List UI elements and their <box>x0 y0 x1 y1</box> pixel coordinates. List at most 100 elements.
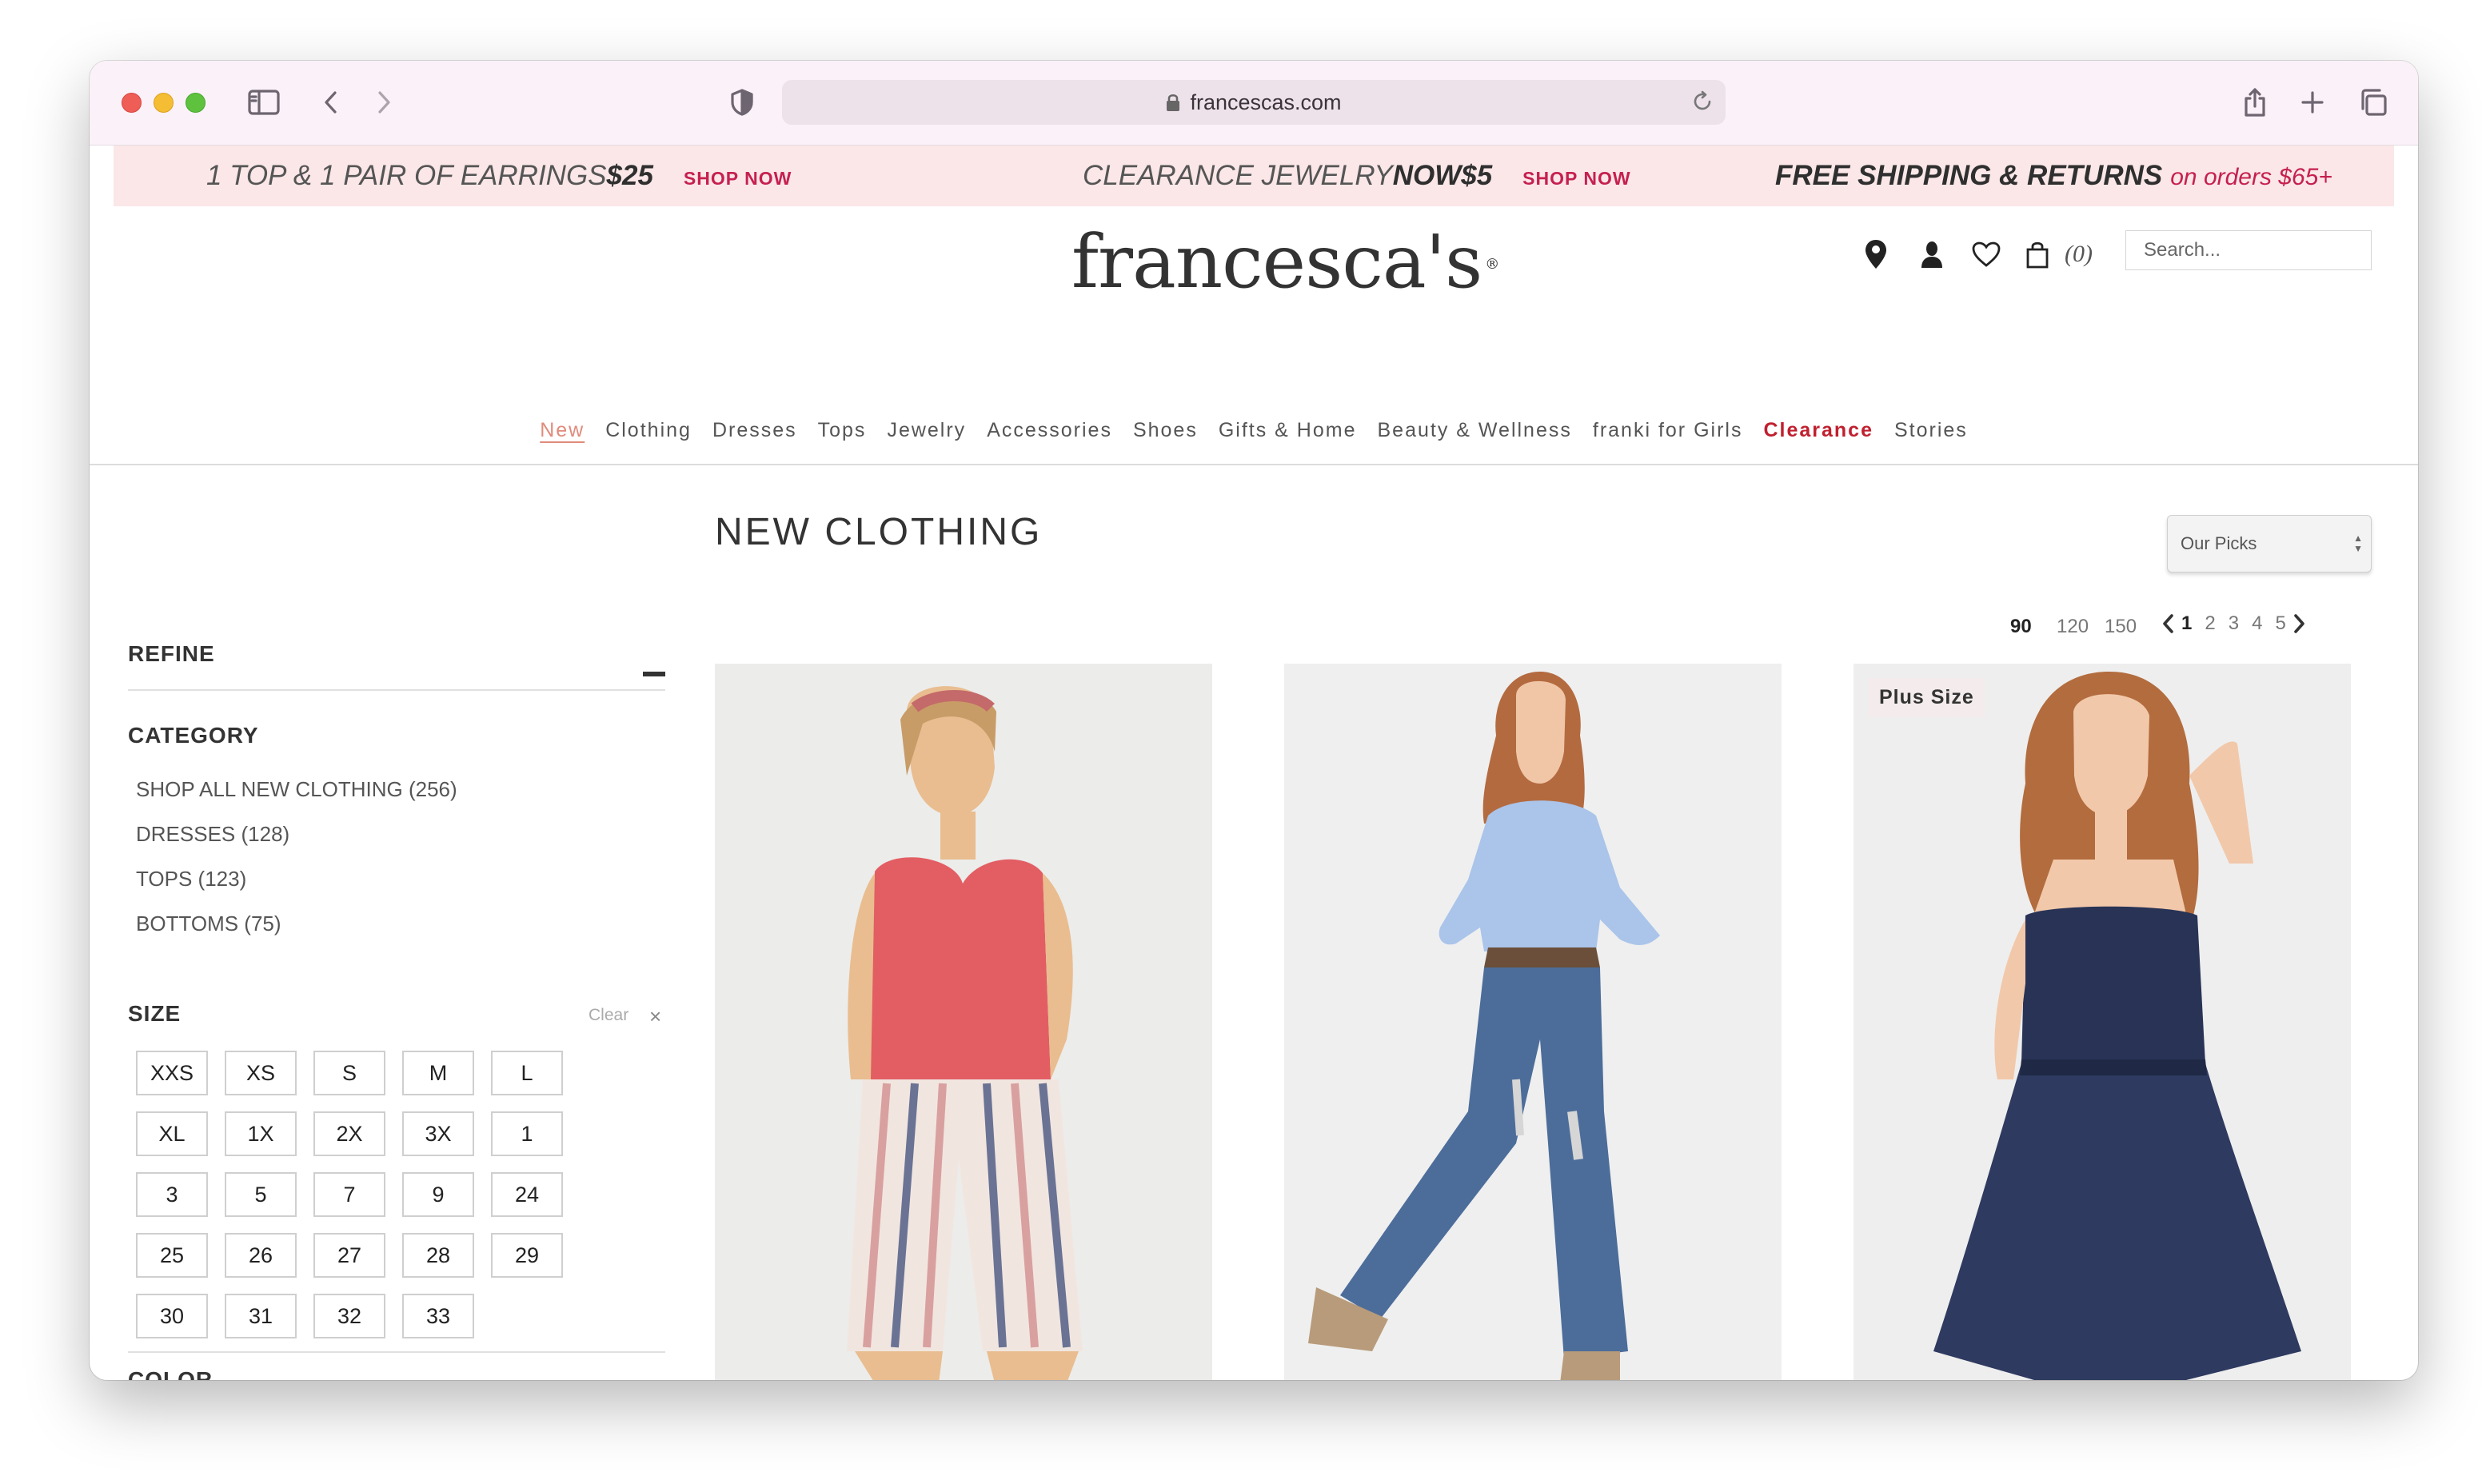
registered-mark: ® <box>1485 256 1499 273</box>
sort-select[interactable]: Our Picks ▲ ▼ <box>2167 515 2372 572</box>
size-option[interactable]: XL <box>136 1111 208 1156</box>
bag-count[interactable]: (0) <box>2065 241 2093 268</box>
nav-item-gifts-home[interactable]: Gifts & Home <box>1219 419 1357 451</box>
promo-offer-1-price: $25 <box>606 160 653 191</box>
prev-page-icon[interactable] <box>2161 613 2175 634</box>
size-option[interactable]: 31 <box>225 1294 297 1338</box>
close-window-button[interactable] <box>122 93 142 113</box>
size-option[interactable]: 29 <box>491 1233 563 1278</box>
size-option[interactable]: 2X <box>313 1111 385 1156</box>
size-option[interactable]: 3 <box>136 1172 208 1217</box>
size-option[interactable]: 1 <box>491 1111 563 1156</box>
share-icon[interactable] <box>2237 85 2273 120</box>
size-option[interactable]: 9 <box>402 1172 474 1217</box>
sidebar-toggle-icon[interactable] <box>246 85 281 120</box>
category-link-shop-all[interactable]: SHOP ALL NEW CLOTHING (256) <box>136 777 457 802</box>
page-link[interactable]: 3 <box>2229 612 2239 635</box>
site-logo[interactable]: francesca's ® <box>1071 219 1499 307</box>
browser-toolbar: francescas.com <box>90 61 2418 146</box>
nav-item-shoes[interactable]: Shoes <box>1133 419 1198 451</box>
promo-offer-2-text: CLEARANCE JEWELRY <box>1083 160 1393 191</box>
per-page-option[interactable]: 90 <box>2010 616 2032 638</box>
promo-offer-2-price: $5 <box>1461 160 1493 191</box>
page-link[interactable]: 5 <box>2275 612 2285 635</box>
store-locator-icon[interactable] <box>1860 238 1892 270</box>
address-bar[interactable]: francescas.com <box>782 80 1726 125</box>
reload-icon[interactable] <box>1690 90 1714 119</box>
promo-offer-1-text: 1 TOP & 1 PAIR OF EARRINGS <box>206 160 607 191</box>
sort-selected-value: Our Picks <box>2181 533 2257 553</box>
promo-offer-3[interactable]: FREE SHIPPING & RETURNS on orders $65+ <box>1775 160 2332 192</box>
account-icon[interactable] <box>1916 238 1948 270</box>
promo-free-shipping: FREE SHIPPING & RETURNS <box>1775 160 2163 191</box>
page-link[interactable]: 4 <box>2252 612 2262 635</box>
page-link[interactable]: 2 <box>2205 612 2215 635</box>
size-option[interactable]: 30 <box>136 1294 208 1338</box>
nav-item-accessories[interactable]: Accessories <box>987 419 1112 451</box>
tab-overview-icon[interactable] <box>2356 85 2391 120</box>
size-divider <box>128 1351 665 1353</box>
promo-offer-2-bold: NOW <box>1392 160 1462 191</box>
search-input[interactable]: Search... <box>2125 230 2372 270</box>
page-link[interactable]: 1 <box>2181 612 2192 635</box>
product-card[interactable] <box>715 664 1212 1380</box>
per-page-option[interactable]: 150 <box>2105 616 2137 638</box>
size-option[interactable]: 25 <box>136 1233 208 1278</box>
category-nav: New Clothing Dresses Tops Jewelry Access… <box>90 419 2418 451</box>
size-option[interactable]: 26 <box>225 1233 297 1278</box>
product-card[interactable] <box>1284 664 1782 1380</box>
per-page-option[interactable]: 120 <box>2057 616 2089 638</box>
size-heading: SIZE <box>128 1001 182 1026</box>
nav-item-beauty-wellness[interactable]: Beauty & Wellness <box>1378 419 1572 451</box>
page-title: NEW CLOTHING <box>715 511 1043 553</box>
size-option[interactable]: M <box>402 1051 474 1095</box>
size-option[interactable]: S <box>313 1051 385 1095</box>
category-link-bottoms[interactable]: BOTTOMS (75) <box>136 912 281 936</box>
size-option[interactable]: XS <box>225 1051 297 1095</box>
nav-item-stories[interactable]: Stories <box>1894 419 1968 451</box>
category-link-tops[interactable]: TOPS (123) <box>136 867 246 892</box>
size-option[interactable]: 33 <box>402 1294 474 1338</box>
new-tab-icon[interactable] <box>2295 85 2330 120</box>
size-option[interactable]: XXS <box>136 1051 208 1095</box>
shopping-bag-icon[interactable] <box>2021 238 2053 270</box>
next-page-icon[interactable] <box>2292 613 2307 634</box>
logo-text: francesca's <box>1071 219 1482 305</box>
size-option[interactable]: 1X <box>225 1111 297 1156</box>
minimize-window-button[interactable] <box>154 93 174 113</box>
promo-offer-1-shop-now-link[interactable]: SHOP NOW <box>684 168 792 189</box>
wishlist-heart-icon[interactable] <box>1970 238 2002 270</box>
size-option[interactable]: 27 <box>313 1233 385 1278</box>
color-heading[interactable]: COLOR <box>128 1367 213 1380</box>
size-option[interactable]: L <box>491 1051 563 1095</box>
size-option[interactable]: 3X <box>402 1111 474 1156</box>
size-option[interactable]: 5 <box>225 1172 297 1217</box>
product-card[interactable]: Plus Size <box>1854 664 2351 1380</box>
size-clear-icon[interactable]: × <box>649 1004 661 1029</box>
plus-size-badge: Plus Size <box>1868 678 1985 717</box>
nav-item-tops[interactable]: Tops <box>818 419 867 451</box>
size-option[interactable]: 7 <box>313 1172 385 1217</box>
nav-item-new[interactable]: New <box>540 419 585 451</box>
size-option[interactable]: 32 <box>313 1294 385 1338</box>
nav-item-jewelry[interactable]: Jewelry <box>887 419 966 451</box>
nav-item-dresses[interactable]: Dresses <box>712 419 797 451</box>
forward-icon[interactable] <box>366 85 401 120</box>
zoom-window-button[interactable] <box>186 93 206 113</box>
size-clear-link[interactable]: Clear <box>589 1006 628 1025</box>
size-option[interactable]: 28 <box>402 1233 474 1278</box>
promo-offer-2-shop-now-link[interactable]: SHOP NOW <box>1522 168 1630 189</box>
lock-icon <box>1166 93 1180 112</box>
category-link-dresses[interactable]: DRESSES (128) <box>136 822 289 847</box>
collapse-refine-icon[interactable] <box>643 672 665 676</box>
size-option[interactable]: 24 <box>491 1172 563 1217</box>
privacy-shield-icon[interactable] <box>724 85 760 120</box>
size-grid: XXS XS S M L XL 1X 2X 3X 1 3 5 7 9 24 25… <box>136 1051 584 1338</box>
nav-item-franki-for-girls[interactable]: franki for Girls <box>1593 419 1743 451</box>
promo-offer-2: CLEARANCE JEWELRY NOW $5 SHOP NOW <box>1083 160 1631 192</box>
back-icon[interactable] <box>313 85 349 120</box>
nav-item-clothing[interactable]: Clothing <box>605 419 692 451</box>
refine-heading: REFINE <box>128 641 215 666</box>
category-heading: CATEGORY <box>128 723 259 748</box>
nav-item-clearance[interactable]: Clearance <box>1763 419 1873 451</box>
